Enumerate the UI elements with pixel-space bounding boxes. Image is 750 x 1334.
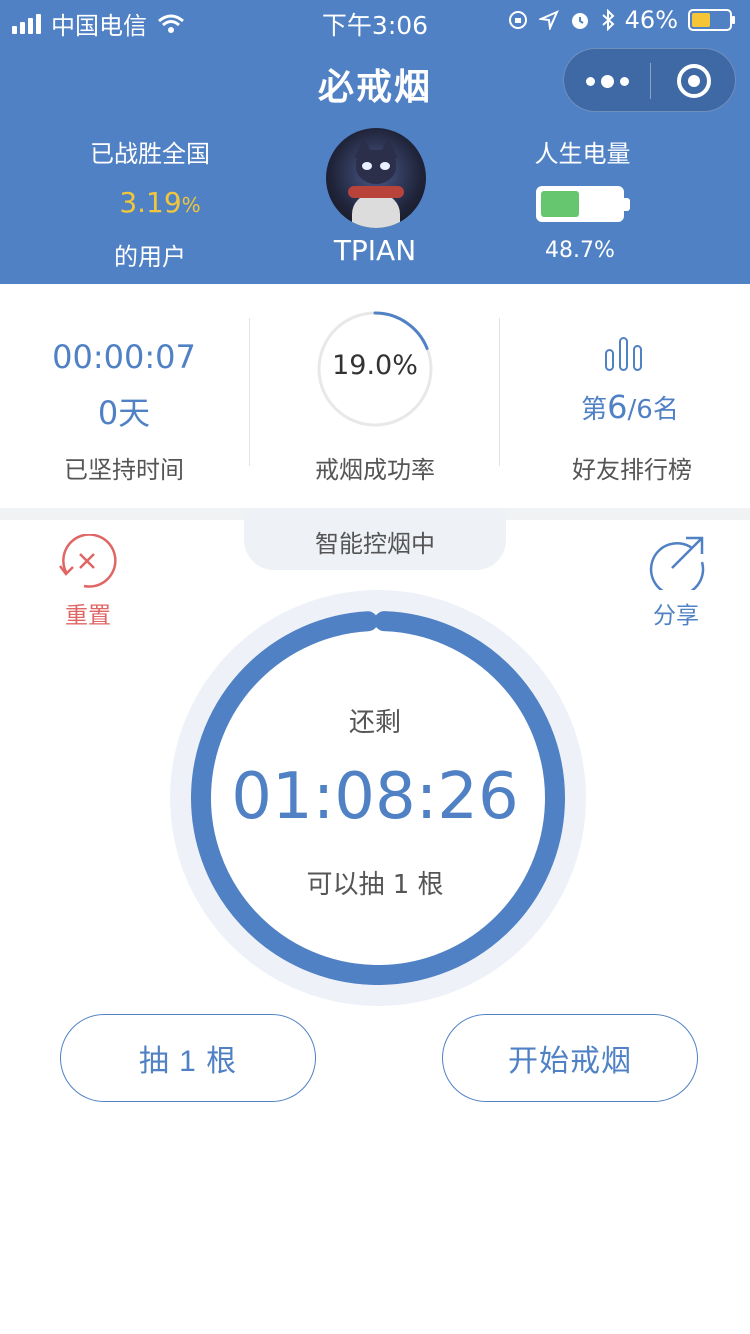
life-percent: 48.7% [545, 238, 615, 263]
mode-tab: 智能控烟中 [244, 508, 506, 570]
capsule-divider [650, 63, 651, 99]
stats-panel: 00:00:07 0天 已坚持时间 19.0% 戒烟成功率 第6/6名 好友排行… [0, 284, 750, 508]
avatar-body [352, 194, 400, 228]
location-icon [538, 10, 559, 30]
beat-percent-value: 3.19 [119, 186, 182, 219]
rank-position: 6 [607, 388, 628, 426]
beat-suffix: 的用户 [114, 243, 186, 271]
close-program-icon[interactable] [677, 64, 711, 98]
battery-percent: 46% [624, 6, 678, 34]
alarm-icon [571, 13, 588, 29]
share-icon[interactable] [648, 534, 708, 590]
start-quit-button[interactable]: 开始戒烟 [442, 1014, 698, 1102]
rank-prefix: 第 [581, 395, 608, 425]
rank-suffix: /6名 [627, 395, 679, 425]
success-rate-value: 19.0% [332, 350, 418, 381]
rank-label[interactable]: 好友排行榜 [528, 450, 736, 485]
beat-percent: 3.19% [60, 186, 260, 219]
bar-chart-icon[interactable] [604, 336, 644, 372]
mini-program-capsule [563, 48, 736, 112]
life-battery-fill [541, 191, 579, 217]
allowance-text: 可以抽 1 根 [306, 870, 444, 900]
avatar-scarf [348, 186, 404, 198]
life-label: 人生电量 [534, 140, 631, 168]
avatar-eye-right [380, 162, 390, 170]
stats-divider-1 [249, 318, 250, 466]
reset-icon[interactable] [58, 534, 118, 590]
life-battery-nub [624, 198, 630, 211]
status-bar: 中国电信 下午3:06 46% [0, 0, 750, 40]
smoke-one-button[interactable]: 抽 1 根 [60, 1014, 316, 1102]
remain-label: 还剩 [348, 708, 401, 738]
avatar-eye-left [362, 162, 372, 170]
beat-label: 已战胜全国 [90, 140, 210, 168]
header: 中国电信 下午3:06 46% 必戒烟 已战胜全国 3.19% 的用户 TPIA… [0, 0, 750, 284]
countdown-timer: 01:08:26 [231, 760, 519, 834]
rank-text[interactable]: 第6/6名 [540, 388, 720, 426]
reset-label[interactable]: 重置 [48, 596, 128, 630]
share-label[interactable]: 分享 [636, 596, 716, 630]
status-right: 46% [507, 6, 736, 34]
elapsed-time: 00:00:07 [52, 338, 196, 376]
bluetooth-icon [601, 9, 615, 31]
elapsed-days: 0天 [97, 394, 151, 432]
success-rate-ring: 19.0% [316, 310, 434, 428]
success-label: 戒烟成功率 [315, 456, 435, 484]
battery-icon [688, 9, 735, 31]
avatar[interactable] [326, 128, 426, 228]
rotation-lock-icon [508, 11, 527, 29]
more-icon[interactable] [564, 49, 650, 113]
username: TPIAN [333, 234, 417, 267]
elapsed-label: 已坚持时间 [64, 456, 184, 484]
beat-percent-unit: % [181, 193, 201, 217]
life-battery-icon [536, 186, 630, 222]
stats-divider-2 [499, 318, 500, 466]
